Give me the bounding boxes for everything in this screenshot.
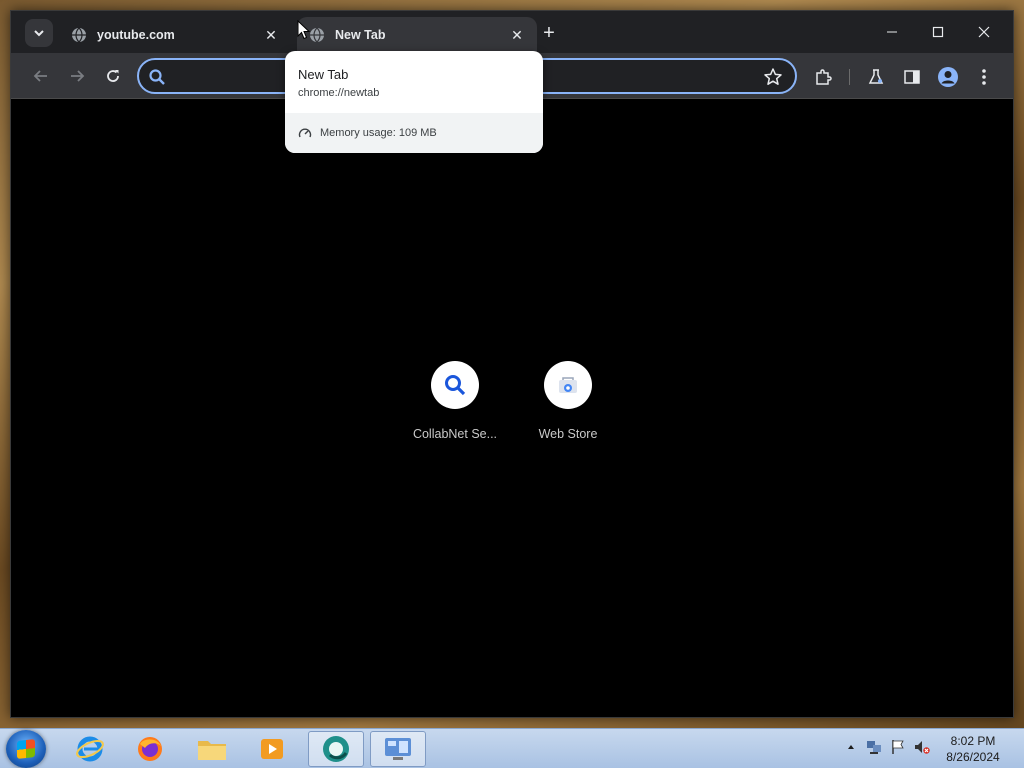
tab-title: New Tab bbox=[335, 28, 386, 42]
forward-button[interactable] bbox=[67, 66, 87, 86]
side-panel-icon bbox=[904, 70, 920, 84]
firefox-icon bbox=[138, 737, 162, 761]
taskbar-media-player[interactable] bbox=[244, 731, 300, 767]
clock-time: 8:02 PM bbox=[950, 734, 996, 748]
shortcut-tile bbox=[431, 361, 479, 409]
shortcut-label: CollabNet Se... bbox=[412, 427, 498, 441]
taskbar-chrome-active[interactable] bbox=[308, 731, 364, 767]
tray-network[interactable] bbox=[866, 739, 882, 755]
web-store-icon bbox=[559, 377, 577, 393]
arrow-right-icon bbox=[71, 70, 85, 82]
tab-title: youtube.com bbox=[97, 28, 175, 42]
shortcut-label: Web Store bbox=[538, 427, 598, 441]
system-clock[interactable]: 8:02 PM 8/26/2024 bbox=[938, 733, 1008, 765]
tab-close-button[interactable]: ✕ bbox=[263, 27, 279, 43]
taskbar-control-panel[interactable] bbox=[370, 731, 426, 767]
taskbar-file-explorer[interactable] bbox=[184, 731, 240, 767]
arrow-left-icon bbox=[33, 70, 47, 82]
extensions-button[interactable] bbox=[812, 66, 834, 88]
flask-icon bbox=[868, 69, 884, 84]
control-panel-icon bbox=[385, 738, 411, 760]
gauge-icon bbox=[298, 128, 312, 138]
profile-button[interactable] bbox=[937, 66, 959, 88]
tab-new-tab[interactable]: New Tab ✕ bbox=[297, 17, 537, 53]
more-vertical-icon bbox=[982, 69, 986, 85]
tab-close-button[interactable]: ✕ bbox=[509, 27, 525, 43]
side-panel-button[interactable] bbox=[901, 66, 923, 88]
taskbar-internet-explorer[interactable] bbox=[62, 731, 118, 767]
search-icon bbox=[149, 69, 165, 85]
tray-volume[interactable] bbox=[914, 739, 930, 755]
globe-icon bbox=[71, 27, 87, 43]
minimize-icon bbox=[887, 31, 897, 33]
globe-icon bbox=[309, 27, 325, 43]
taskbar-firefox[interactable] bbox=[122, 731, 178, 767]
internet-explorer-icon bbox=[76, 736, 104, 762]
folder-icon bbox=[198, 741, 226, 760]
minimize-button[interactable] bbox=[879, 21, 905, 43]
hover-card-memory: Memory usage: 109 MB bbox=[285, 113, 543, 153]
chevron-up-icon bbox=[848, 745, 854, 749]
taskbar: 8:02 PM 8/26/2024 bbox=[0, 728, 1024, 768]
title-bar: youtube.com ✕ New Tab ✕ + bbox=[11, 11, 1013, 53]
toolbar-separator bbox=[849, 69, 850, 85]
bookmark-star-icon[interactable] bbox=[763, 67, 783, 87]
tab-hover-card: New Tab chrome://newtab Memory usage: 10… bbox=[285, 51, 543, 153]
flag-icon bbox=[892, 740, 904, 754]
network-icon bbox=[867, 741, 881, 754]
search-icon bbox=[445, 375, 466, 396]
start-button[interactable] bbox=[6, 730, 46, 768]
tray-action-center[interactable] bbox=[890, 739, 906, 755]
app-circle-icon bbox=[323, 736, 349, 762]
memory-usage-text: Memory usage: 109 MB bbox=[320, 127, 437, 139]
mouse-cursor-icon bbox=[297, 20, 311, 40]
volume-muted-icon bbox=[915, 741, 930, 754]
labs-button[interactable] bbox=[865, 66, 887, 88]
back-button[interactable] bbox=[31, 66, 51, 86]
show-hidden-icons-button[interactable] bbox=[843, 739, 859, 755]
reload-button[interactable] bbox=[103, 66, 123, 86]
media-player-icon bbox=[261, 739, 283, 759]
chevron-down-icon bbox=[34, 30, 44, 37]
reload-icon bbox=[107, 70, 119, 82]
maximize-button[interactable] bbox=[925, 21, 951, 43]
puzzle-icon bbox=[816, 69, 832, 85]
tab-youtube[interactable]: youtube.com ✕ bbox=[59, 17, 291, 53]
shortcut-web-store[interactable]: Web Store bbox=[518, 361, 618, 441]
close-icon bbox=[978, 26, 990, 38]
hover-card-title: New Tab bbox=[298, 67, 349, 82]
tab-search-button[interactable] bbox=[25, 19, 53, 47]
shortcut-collabnet[interactable]: CollabNet Se... bbox=[405, 361, 505, 441]
maximize-icon bbox=[932, 26, 944, 38]
hover-card-url: chrome://newtab bbox=[298, 87, 380, 99]
close-window-button[interactable] bbox=[971, 21, 997, 43]
shortcut-tile bbox=[544, 361, 592, 409]
new-tab-button[interactable]: + bbox=[539, 23, 559, 43]
menu-button[interactable] bbox=[973, 66, 995, 88]
browser-window: youtube.com ✕ New Tab ✕ + CollabNet Se..… bbox=[10, 10, 1014, 718]
clock-date: 8/26/2024 bbox=[946, 750, 1000, 764]
avatar-icon bbox=[938, 67, 958, 87]
